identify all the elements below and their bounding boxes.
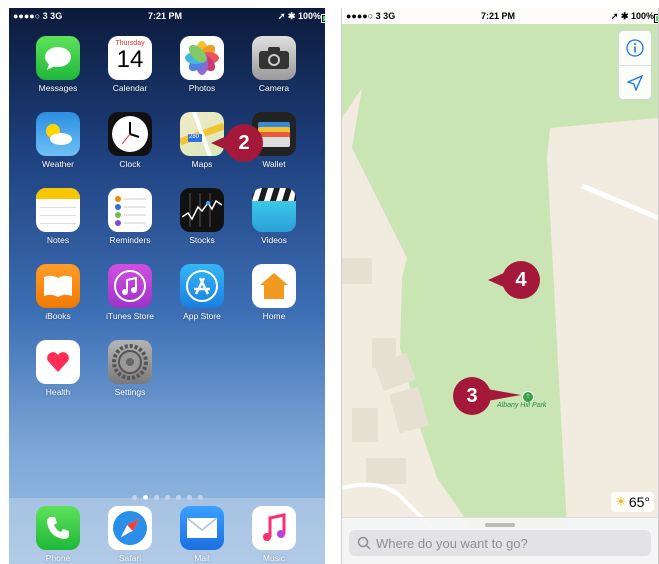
app-label: App Store	[183, 311, 221, 321]
app-phone[interactable]: Phone	[28, 506, 88, 563]
app-label: Calendar	[112, 83, 148, 93]
app-label: Stocks	[189, 235, 215, 245]
callout-4: 4	[488, 261, 540, 299]
mail-icon	[180, 506, 224, 550]
app-label: Reminders	[109, 235, 151, 245]
reminders-icon	[108, 188, 152, 232]
app-label: Wallet	[262, 159, 286, 169]
app-notes[interactable]: Notes	[28, 188, 88, 245]
safari-icon	[108, 506, 152, 550]
app-label: Clock	[119, 159, 141, 169]
photos-icon	[180, 36, 224, 80]
battery-percent: 100%	[630, 11, 654, 21]
app-camera[interactable]: Camera	[244, 36, 304, 93]
calendar-date: 14	[116, 46, 144, 73]
home-screen: ●●●●○ 3 3G 7:21 PM ➚ ✱ 100% Messages Thu…	[9, 8, 325, 564]
callout-3: 3	[453, 377, 491, 415]
app-health[interactable]: Health	[28, 340, 88, 397]
battery-icon	[321, 14, 325, 23]
app-home[interactable]: Home	[244, 264, 304, 321]
videos-icon	[252, 188, 296, 232]
app-label: Photos	[188, 83, 216, 93]
app-clock[interactable]: Clock	[100, 112, 160, 169]
search-input[interactable]: Where do you want to go?	[349, 530, 651, 556]
weather-icon	[36, 112, 80, 156]
app-label: Phone	[45, 553, 71, 563]
music-icon	[252, 506, 296, 550]
location-arrow-icon	[627, 75, 643, 91]
app-label: Messages	[38, 83, 78, 93]
app-label: Videos	[261, 235, 287, 245]
clock-icon	[108, 112, 152, 156]
app-label: iBooks	[45, 311, 71, 321]
battery-icon	[654, 14, 658, 23]
search-icon	[357, 536, 371, 550]
app-videos[interactable]: Videos	[244, 188, 304, 245]
status-bar: ●●●●○ 3 3G 7:21 PM ➚ ✱ 100%	[342, 8, 658, 24]
park-label[interactable]: Albany Hill Park	[497, 402, 546, 409]
app-ibooks[interactable]: iBooks	[28, 264, 88, 321]
dock: Phone Safari Mail Music	[9, 498, 325, 564]
info-icon	[626, 39, 644, 57]
health-icon	[36, 340, 80, 384]
app-store-icon	[180, 264, 224, 308]
status-time: 7:21 PM	[148, 11, 183, 21]
map-controls	[618, 30, 652, 100]
carrier-signal: ●●●●○ 3 3G	[13, 11, 63, 21]
carrier-signal: ●●●●○ 3 3G	[346, 11, 396, 21]
app-app-store[interactable]: App Store	[172, 264, 232, 321]
callout-2: 2	[211, 124, 263, 162]
callout-3-pointer	[487, 389, 521, 401]
phone-icon	[36, 506, 80, 550]
sun-icon: ☀	[615, 494, 627, 509]
app-label: Mail	[194, 553, 210, 563]
app-label: Settings	[114, 387, 146, 397]
app-label: Notes	[46, 235, 70, 245]
battery-status: ➚ ✱ 100%	[611, 11, 658, 23]
battery-status: ➚ ✱ 100%	[278, 11, 325, 23]
info-button[interactable]	[619, 31, 651, 66]
weather-badge: ☀ 65°	[611, 492, 654, 512]
calendar-icon: Thursday 14	[108, 36, 152, 80]
ibooks-icon	[36, 264, 80, 308]
app-reminders[interactable]: Reminders	[100, 188, 160, 245]
app-label: Music	[262, 553, 286, 563]
battery-percent: 100%	[297, 11, 321, 21]
notes-icon	[36, 188, 80, 232]
search-placeholder: Where do you want to go?	[376, 535, 528, 551]
app-label: Health	[45, 387, 71, 397]
location-button[interactable]	[619, 66, 651, 100]
app-calendar[interactable]: Thursday 14 Calendar	[100, 36, 160, 93]
app-stocks[interactable]: Stocks	[172, 188, 232, 245]
stocks-icon	[180, 188, 224, 232]
home-icon	[252, 264, 296, 308]
app-settings[interactable]: Settings	[100, 340, 160, 397]
app-messages[interactable]: Messages	[28, 36, 88, 93]
app-music[interactable]: Music	[244, 506, 304, 563]
weather-temp: 65°	[628, 494, 650, 510]
app-mail[interactable]: Mail	[172, 506, 232, 563]
status-time: 7:21 PM	[481, 11, 516, 21]
messages-icon	[36, 36, 80, 80]
sheet-grabber[interactable]	[485, 523, 515, 527]
app-label: Camera	[258, 83, 290, 93]
app-label: Home	[262, 311, 286, 321]
maps-sign: 280	[189, 134, 200, 140]
app-photos[interactable]: Photos	[172, 36, 232, 93]
app-label: Maps	[191, 159, 213, 169]
maps-screen: ●●●●○ 3 3G 7:21 PM ➚ ✱ 100% ↑ Albany Hil…	[341, 8, 659, 564]
app-itunes-store[interactable]: iTunes Store	[100, 264, 160, 321]
settings-icon	[108, 340, 152, 384]
status-bar: ●●●●○ 3 3G 7:21 PM ➚ ✱ 100%	[9, 8, 325, 24]
app-weather[interactable]: Weather	[28, 112, 88, 169]
itunes-store-icon	[108, 264, 152, 308]
search-sheet: Where do you want to go?	[342, 517, 658, 564]
camera-icon	[252, 36, 296, 80]
app-label: Weather	[42, 159, 74, 169]
app-safari[interactable]: Safari	[100, 506, 160, 563]
app-label: iTunes Store	[106, 311, 154, 321]
app-label: Safari	[118, 553, 142, 563]
